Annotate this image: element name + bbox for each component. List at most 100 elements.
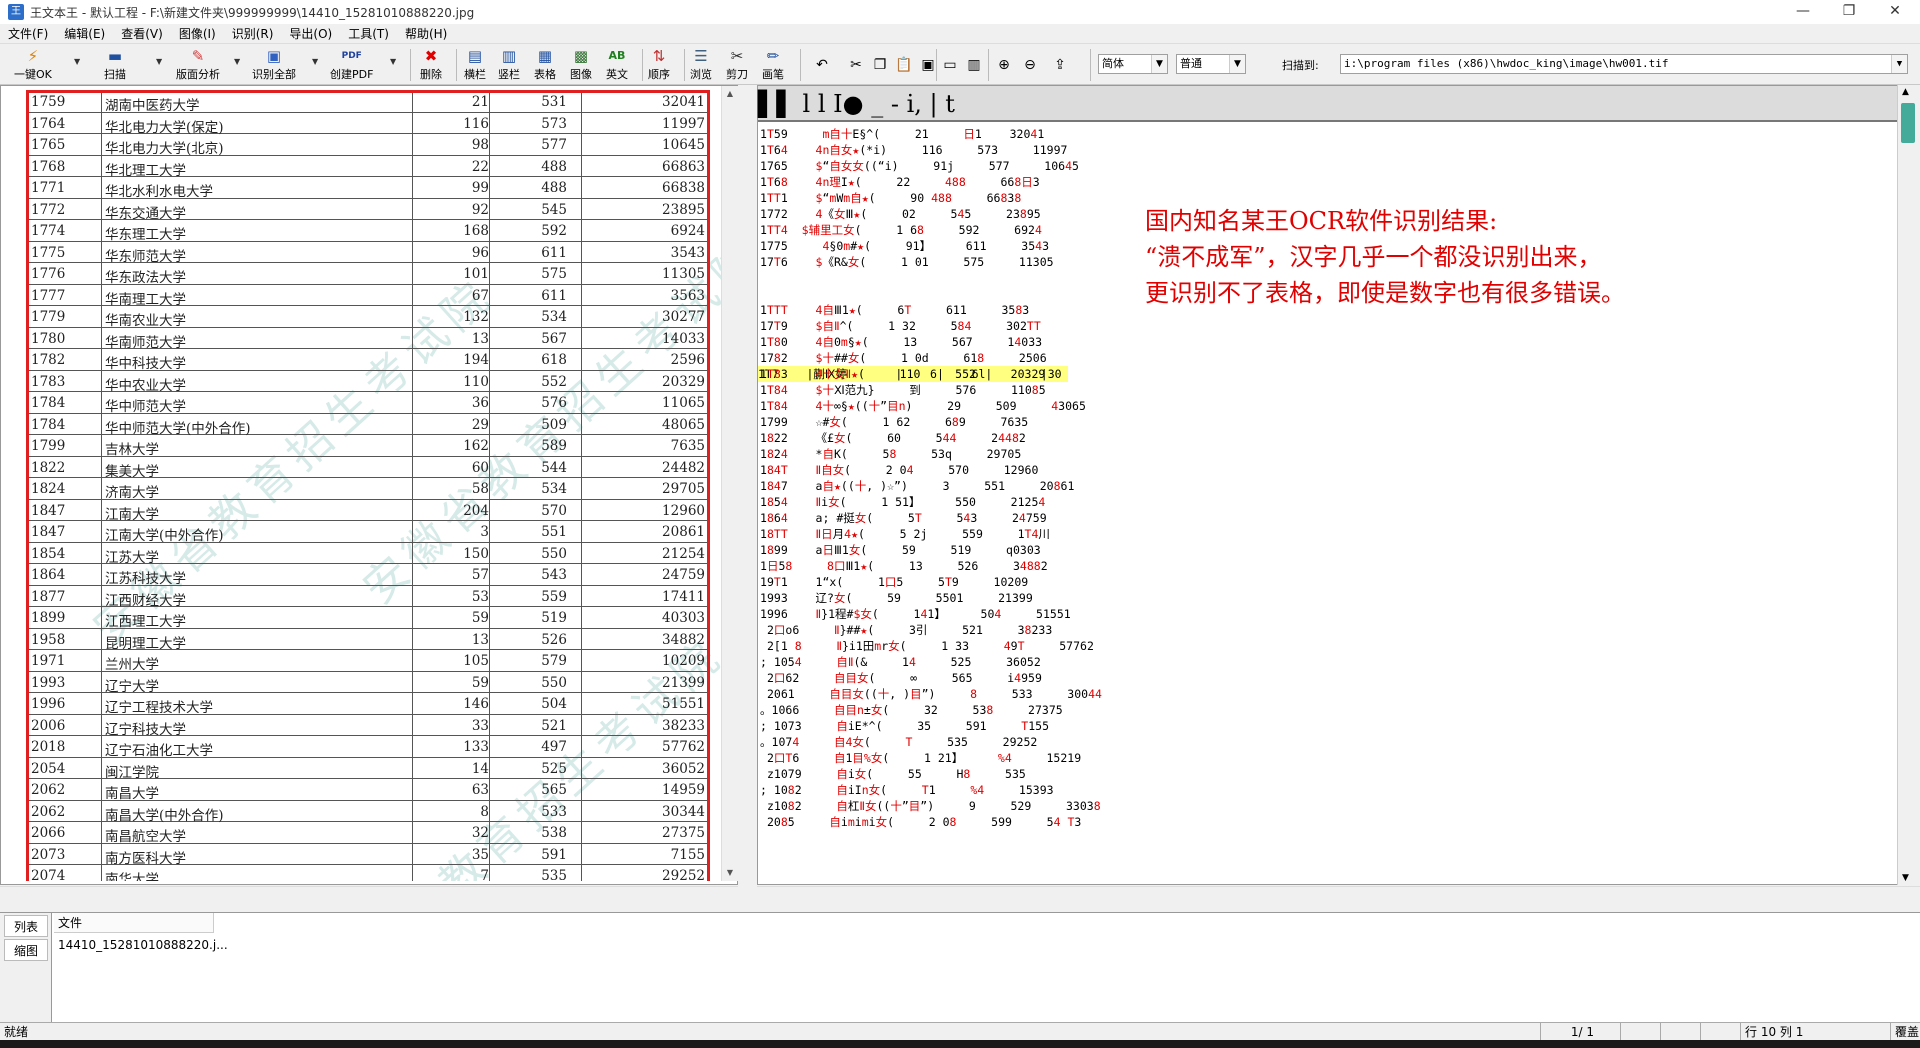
recognize-dropdown[interactable]: ▼: [312, 57, 318, 66]
ocr-line[interactable]: 1TTT 4自Ⅲ1★( 6T 611 3583: [760, 302, 1029, 318]
ocr-line[interactable]: 1TT1 $“mWm自★( 90 488 66838: [760, 190, 1021, 206]
create-pdf-button[interactable]: PDF 创建PDF: [330, 47, 373, 83]
scanned-image[interactable]: 安徽省教育招生考试院 安徽省教育招生考试院 安徽省教育招生考试院 1759 湖南中…: [1, 86, 721, 881]
english-button[interactable]: AB 英文: [606, 47, 628, 83]
ocr-line[interactable]: 1T80 4自0m§★( 13 567 14033: [760, 334, 1042, 350]
ocr-line[interactable]: 2061 自目女((十, )目”) 8 533 30044: [760, 686, 1102, 702]
cut-button[interactable]: ✂ 剪刀: [726, 47, 748, 83]
ocr-line[interactable]: 184T Ⅱ自女( 2 04 570 12960: [760, 462, 1038, 478]
table-button[interactable]: ▦ 表格: [534, 47, 556, 83]
close-button[interactable]: ✕: [1872, 0, 1918, 24]
ocr-line[interactable]: 。1066 自目n±女( 32 538 27375: [760, 702, 1063, 718]
scroll-up-icon[interactable]: ▲: [1902, 87, 1909, 97]
ocr-line[interactable]: ; 1082 自iIn女( T1 %4 15393: [760, 782, 1054, 798]
ocr-line[interactable]: 1T84 4十∞§★((十”目n) 29 509 43065: [760, 398, 1086, 414]
save-icon[interactable]: ▣: [918, 55, 938, 75]
zoom-in-icon[interactable]: ⊕: [994, 55, 1014, 75]
ocr-line[interactable]: 2口T6 自1目%女( 1 21】 %4 15219: [760, 750, 1081, 766]
browse-button[interactable]: ☰ 浏览: [690, 47, 712, 83]
ocr-line[interactable]: 。1074 自4女( T 535 29252: [760, 734, 1037, 750]
scan-to-path-select[interactable]: i:\program files (x86)\hwdoc_king\image\…: [1340, 54, 1908, 74]
zoom-out-icon[interactable]: ⊖: [1020, 55, 1040, 75]
ocr-line[interactable]: 1822 《£女( 60 544 24482: [760, 430, 1026, 446]
ocr-line[interactable]: ; 1073 自iE*^( 35 591 T155: [760, 718, 1049, 734]
image-pane[interactable]: 安徽省教育招生考试院 安徽省教育招生考试院 安徽省教育招生考试院 1759 湖南中…: [0, 85, 738, 885]
ocr-line[interactable]: 2[1 8 Ⅱ}i1田mr女( 1 33 49T 57762: [760, 638, 1094, 654]
split-view-icon[interactable]: ▥: [964, 55, 984, 75]
ocr-line[interactable]: 1775 4§0m#★( 91】 611 3543: [760, 238, 1049, 254]
ocr-line[interactable]: 17T9 $自Ⅱ^( 1 32 584 302TT: [760, 318, 1041, 334]
copy-icon[interactable]: ❐: [870, 55, 890, 75]
ocr-horizontal-scrollbar[interactable]: [757, 886, 1920, 903]
ocr-line[interactable]: 1864 a; #挺女( 5T 543 24759: [760, 510, 1047, 526]
ocr-line[interactable]: 18TT Ⅱ日月4★( 5 2j 559 1T4川: [760, 526, 1050, 542]
scan-dropdown[interactable]: ▼: [156, 57, 162, 66]
ocr-line[interactable]: 1799 ☆#女( 1 62 689 7635: [760, 414, 1028, 430]
recognize-all-button[interactable]: ▣ 识别全部: [252, 47, 296, 83]
menu-help[interactable]: 帮助(H): [397, 25, 455, 42]
ocr-line[interactable]: z1079 自i女( 55 H8 535: [760, 766, 1026, 782]
image-button[interactable]: ▩ 图像: [570, 47, 592, 83]
scroll-up-icon[interactable]: ▲: [722, 86, 738, 102]
ocr-line[interactable]: ; 1054 自Ⅱ(& 14 525 36052: [760, 654, 1041, 670]
ocr-line[interactable]: 1993 辽?女( 59 5501 21399: [760, 590, 1033, 606]
ocr-line[interactable]: 19T1 1“x( 1口5 5T9 10209: [760, 574, 1028, 590]
undo-icon[interactable]: ↶: [812, 55, 832, 75]
export-icon[interactable]: ⇪: [1050, 55, 1070, 75]
ocr-line[interactable]: 2口62 自目女( ∞ 565 i4959: [760, 670, 1042, 686]
ocr-line[interactable]: z1082 自杠Ⅱ女((十”目”) 9 529 33038: [760, 798, 1101, 814]
image-horizontal-scrollbar[interactable]: [0, 886, 738, 903]
delete-button[interactable]: ✖ 删除: [420, 47, 442, 83]
ocr-line[interactable]: 17T6 $《R&女( 1 01 575 11305: [760, 254, 1054, 270]
cut-small-icon[interactable]: ✂: [846, 55, 866, 75]
file-column-header[interactable]: 文件: [54, 913, 214, 933]
vertical-button[interactable]: ▥ 竖栏: [498, 47, 520, 83]
ocr-line[interactable]: 2口o6 Ⅱ}##★( 3引 521 38233: [760, 622, 1052, 638]
menu-tools[interactable]: 工具(T): [340, 25, 397, 42]
one-click-ok-dropdown[interactable]: ▼: [74, 57, 80, 66]
mode-select[interactable]: 普通 ▼: [1176, 54, 1246, 74]
ocr-line[interactable]: 1772 4《女Ⅲ★( 02 545 23895: [760, 206, 1041, 222]
restore-button[interactable]: ❐: [1826, 0, 1872, 24]
layout-analysis-button[interactable]: ✎ 版面分析: [176, 47, 220, 83]
language-select[interactable]: 简体 ▼: [1098, 54, 1168, 74]
ocr-line[interactable]: 1899 a日Ⅲ1女( 59 519 q0303: [760, 542, 1041, 558]
ocr-line[interactable]: 1T83 4十女Ⅱ★( 110 552 20329: [760, 366, 1045, 382]
menu-file[interactable]: 文件(F): [0, 25, 56, 42]
ocr-line[interactable]: 1782 $十##女( 1 0d 618 2506: [760, 350, 1047, 366]
ocr-line[interactable]: 1T84 $十Ⅺ范九} 到 576 11085: [760, 382, 1046, 398]
tab-list[interactable]: 列表: [4, 915, 48, 937]
ocr-line[interactable]: 1T59 m自十E§^( 21 日1 32041: [760, 126, 1044, 142]
scroll-down-icon[interactable]: ▼: [1902, 873, 1909, 883]
minimize-button[interactable]: —: [1780, 0, 1826, 24]
tab-thumbnails[interactable]: 缩图: [4, 939, 48, 961]
right-scrollbar[interactable]: ▲ ▼: [1897, 85, 1920, 885]
paste-icon[interactable]: 📋: [894, 55, 914, 75]
brush-button[interactable]: ✏ 画笔: [762, 47, 784, 83]
pdf-dropdown[interactable]: ▼: [390, 57, 396, 66]
single-view-icon[interactable]: ▭: [940, 55, 960, 75]
ocr-line[interactable]: 1TT4 $辅里工女( 1 68 592 6924: [760, 222, 1042, 238]
image-vertical-scrollbar[interactable]: ▲ ▼: [721, 86, 738, 881]
menu-view[interactable]: 查看(V): [113, 25, 171, 42]
ocr-line[interactable]: 1T64 4n自女★(*i) 116 573 11997: [760, 142, 1067, 158]
file-list-item[interactable]: 14410_15281010888220.j...: [58, 938, 228, 952]
horizontal-button[interactable]: ▤ 横栏: [464, 47, 486, 83]
layout-dropdown[interactable]: ▼: [234, 57, 240, 66]
ocr-line[interactable]: 1日58 8口Ⅲ1★( 13 526 34882: [760, 558, 1048, 574]
scan-button[interactable]: ▬ 扫描: [104, 47, 126, 83]
recognition-region-frame[interactable]: [26, 90, 710, 881]
ocr-line[interactable]: 1824 *自K( 58 53q 29705: [760, 446, 1021, 462]
one-click-ok-button[interactable]: ⚡ 一键OK: [14, 47, 52, 83]
ocr-line[interactable]: 1847 a自★((十, )☆”) 3 551 20861: [760, 478, 1074, 494]
order-button[interactable]: ⇅ 顺序: [648, 47, 670, 83]
ocr-line[interactable]: 1996 Ⅱ}1程#$女( 141】 504 51551: [760, 606, 1071, 622]
menu-edit[interactable]: 编辑(E): [56, 25, 113, 42]
menu-image[interactable]: 图像(I): [171, 25, 224, 42]
ocr-line[interactable]: 1854 Ⅱi女( 1 51】 550 21254: [760, 494, 1045, 510]
scroll-down-icon[interactable]: ▼: [722, 865, 738, 881]
menu-recognize[interactable]: 识别(R): [224, 25, 282, 42]
ocr-line[interactable]: 1T68 4n理I★( 22 488 668日3: [760, 174, 1040, 190]
ocr-line[interactable]: 2085 自imimi女( 2 08 599 54 T3: [760, 814, 1081, 830]
ocr-line[interactable]: 1765 $“自女女((“i) 91j 577 10645: [760, 158, 1079, 174]
